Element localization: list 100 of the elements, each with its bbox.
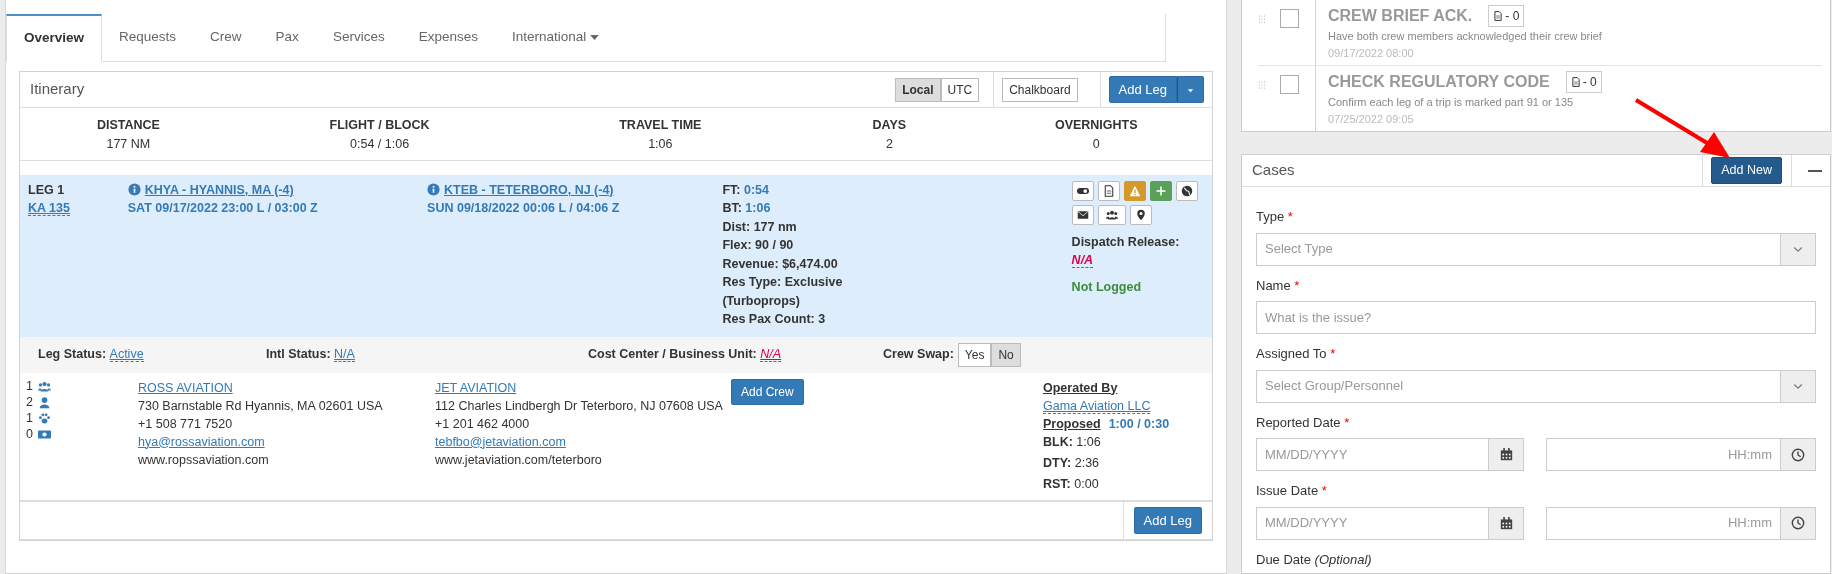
flight-number-link[interactable]: KA 135 xyxy=(28,201,70,217)
people-button[interactable] xyxy=(1097,204,1126,225)
leg-stat: Dist: 177 nm xyxy=(722,218,798,236)
fbo-website: www.jetaviation.com/teterboro xyxy=(435,451,603,469)
add-crew-button[interactable]: Add Crew xyxy=(731,378,804,405)
envelope-button[interactable] xyxy=(1071,204,1094,225)
task-checkbox[interactable] xyxy=(1280,75,1299,94)
add-new-button[interactable]: Add New xyxy=(1711,157,1782,184)
time-mode-toggle[interactable]: UTC xyxy=(940,77,980,102)
people-icon xyxy=(36,380,52,393)
tab[interactable]: Crew xyxy=(193,14,259,61)
summary-value: 177 NM xyxy=(105,135,152,153)
leg-stat: Res Type: Exclusive (Turboprops) xyxy=(722,274,844,310)
fbo-address: 112 Charles Lindbergh Dr Teterboro, NJ 07608 USA xyxy=(435,397,724,415)
fbo-phone: +1 201 462 4000 xyxy=(435,415,531,433)
count: 0 xyxy=(26,426,33,444)
leg-stat: Revenue: $6,474.00 xyxy=(722,255,839,273)
fbo-email-link[interactable]: tebfbo@jetaviation.com xyxy=(435,432,731,451)
map-pin-button[interactable] xyxy=(1129,204,1152,225)
document-button[interactable] xyxy=(1097,180,1120,201)
clock-button[interactable] xyxy=(1781,438,1816,471)
fbo-address: 730 Barnstable Rd Hyannis, MA 02601 USA xyxy=(138,397,384,415)
summary-value: 1:06 xyxy=(647,135,674,153)
tab[interactable]: Requests xyxy=(102,14,194,61)
add-leg-button[interactable]: Add Leg xyxy=(1133,506,1202,534)
select-field[interactable]: Select Type xyxy=(1256,232,1781,266)
map-pin-icon xyxy=(1134,208,1147,221)
count: 1 xyxy=(26,410,33,428)
field-label: Reported Date * xyxy=(1256,413,1351,432)
task-title: CREW BRIEF ACK. xyxy=(1328,6,1473,26)
fbo-name-link[interactable]: ROSS AVIATION xyxy=(138,378,435,397)
date-field[interactable]: MM/DD/YYYY xyxy=(1256,506,1489,540)
envelope-icon xyxy=(1076,208,1089,221)
field-label: Assigned To * xyxy=(1256,345,1337,363)
tab[interactable]: Pax xyxy=(258,14,316,61)
field-label: Type * xyxy=(1256,208,1294,226)
clock-button[interactable] xyxy=(1781,506,1816,540)
date-field[interactable]: MM/DD/YYYY xyxy=(1256,438,1489,471)
document-icon xyxy=(1570,76,1581,88)
airport-link[interactable]: KHYA - HYANNIS, MA (-4) xyxy=(144,180,294,200)
summary-label: DAYS xyxy=(871,117,908,134)
summary-value: 0:54 / 1:06 xyxy=(349,135,411,153)
section-title: Itinerary xyxy=(30,79,86,100)
operator-link[interactable]: Gama Aviation LLC xyxy=(1043,398,1151,414)
globe-button[interactable] xyxy=(1175,180,1198,201)
paw-icon xyxy=(36,412,52,425)
leg-stat: Res Pax Count: 3 xyxy=(722,311,827,328)
fbo-website: www.ropssaviation.com xyxy=(138,451,270,469)
document-icon xyxy=(1493,10,1504,22)
status-value[interactable]: Active xyxy=(109,347,144,363)
cash-icon xyxy=(36,428,52,441)
toggle-button[interactable] xyxy=(1071,180,1094,201)
tab[interactable]: Expenses xyxy=(401,14,495,61)
clock-icon xyxy=(1791,516,1805,530)
field-label: Issue Date * xyxy=(1256,482,1328,500)
operated-by-label: Operated By xyxy=(1043,379,1119,397)
task-description: Confirm each leg of a trip is marked part 91 or 135 xyxy=(1328,95,1575,110)
summary-label: FLIGHT / BLOCK xyxy=(328,117,431,134)
status-value[interactable]: N/A xyxy=(760,347,782,363)
calendar-icon xyxy=(1499,516,1513,530)
tab[interactable]: Services xyxy=(315,14,402,61)
status-value[interactable]: N/A xyxy=(334,347,355,363)
dispatch-release: Dispatch Release: N/A xyxy=(1071,233,1181,270)
field-label: Due Date (Optional) xyxy=(1256,550,1373,569)
field-label: Name * xyxy=(1256,276,1301,295)
select-field[interactable]: Select Group/Personnel xyxy=(1256,369,1781,403)
time-mode-toggle[interactable]: Local xyxy=(895,77,941,102)
chalkboard-button[interactable]: Chalkboard xyxy=(1002,77,1078,102)
fbo-phone: +1 508 771 7520 xyxy=(138,415,234,433)
summary-value: 2 xyxy=(884,135,894,153)
summary-label: OVERNIGHTS xyxy=(1053,117,1139,134)
plus-icon xyxy=(1154,184,1167,197)
summary-label: DISTANCE xyxy=(95,117,161,134)
task-checkbox[interactable] xyxy=(1280,9,1299,28)
dropdown-toggle-button[interactable] xyxy=(1177,75,1204,104)
fbo-email-link[interactable]: hya@rossaviation.com xyxy=(138,432,435,451)
crew-swap-option[interactable]: No xyxy=(991,342,1021,367)
fbo-name-link[interactable]: JET AVIATION xyxy=(435,378,731,397)
crew-swap-option[interactable]: Yes xyxy=(957,342,992,367)
status-label: Leg Status: xyxy=(38,347,108,362)
count: 1 xyxy=(26,378,33,396)
attachment-count-button[interactable]: - 0 xyxy=(1565,71,1602,93)
calendar-button[interactable] xyxy=(1489,438,1524,471)
leg-stat: Flex: 90 / 90 xyxy=(722,237,795,254)
input-field[interactable]: What is the issue? xyxy=(1256,301,1816,334)
tab[interactable]: International xyxy=(494,14,616,61)
duty-limit: DTY: 2:36 xyxy=(1043,454,1101,472)
warning-icon xyxy=(1128,184,1141,197)
leg-number: LEG 1 xyxy=(28,181,66,199)
add-leg-button[interactable]: Add Leg xyxy=(1108,75,1177,104)
time-field[interactable]: HH:mm xyxy=(1546,506,1781,540)
attachment-count-button[interactable]: - 0 xyxy=(1488,5,1525,27)
tab[interactable]: Overview xyxy=(6,14,103,62)
calendar-button[interactable] xyxy=(1489,506,1524,540)
globe-icon xyxy=(1180,184,1193,197)
leg-stat: FT: 0:54 xyxy=(722,181,770,199)
task-title: CHECK REGULATORY CODE xyxy=(1328,72,1550,92)
leg-stat: BT: 1:06 xyxy=(722,200,772,217)
airport-link[interactable]: KTEB - TETERBORO, NJ (-4) xyxy=(444,180,614,200)
time-field[interactable]: HH:mm xyxy=(1546,438,1781,471)
